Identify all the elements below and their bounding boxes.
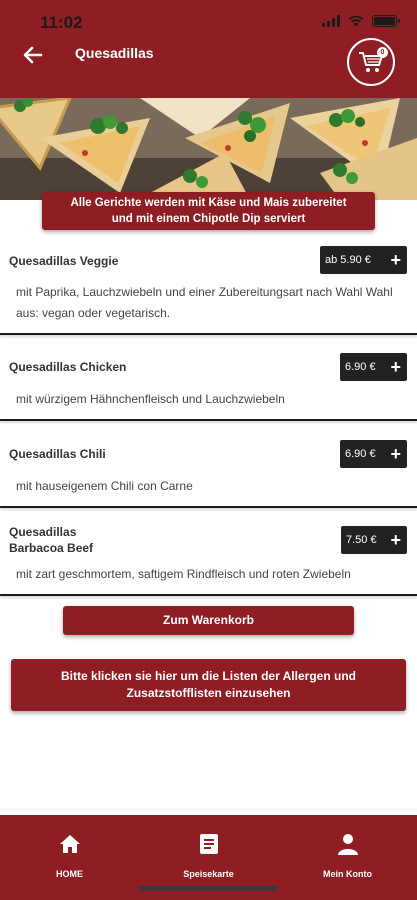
status-icons: [322, 15, 400, 27]
menu-item-chili[interactable]: Quesadillas Chili 6.90 € + mit hauseigen…: [0, 430, 417, 508]
cart-button[interactable]: 0: [347, 38, 395, 86]
page-title: Quesadillas: [75, 45, 154, 61]
add-to-cart-button[interactable]: 6.90 € +: [340, 440, 407, 468]
item-description: mit würzigem Hähnchenfleisch und Lauchzw…: [16, 392, 285, 406]
app-header: 11:02 Quesadillas 0: [0, 0, 417, 98]
menu-item-veggie[interactable]: Quesadillas Veggie ab 5.90 € + mit Papri…: [0, 240, 417, 335]
allergens-label-line-2: Zusatzstofflisten einzusehen: [126, 686, 291, 700]
banner-line-2: und mit einem Chipotle Dip serviert: [111, 213, 306, 225]
cart-count-badge: 0: [377, 47, 388, 58]
nav-item-mein-konto[interactable]: Mein Konto: [278, 815, 417, 900]
item-name: Quesadillas Chicken: [9, 360, 127, 374]
status-bar: 11:02: [0, 0, 417, 46]
back-button[interactable]: [20, 42, 46, 68]
item-description: mit zart geschmortem, saftigem Rindfleis…: [16, 567, 351, 581]
arrow-left-icon: [23, 46, 43, 64]
allergens-label-line-1: Bitte klicken sie hier um die Listen der…: [61, 669, 356, 683]
plus-icon: +: [390, 444, 401, 464]
add-to-cart-button[interactable]: ab 5.90 € +: [320, 246, 407, 274]
item-name-line-1: Quesadillas: [9, 525, 77, 539]
home-icon: [59, 835, 80, 853]
nav-label-home: HOME: [56, 869, 83, 879]
plus-icon: +: [390, 530, 401, 550]
plus-icon: +: [390, 357, 401, 377]
menu-item-barbacoa-beef[interactable]: Quesadillas Barbacoa Beef 7.50 € + mit z…: [0, 516, 417, 596]
status-time: 11:02: [40, 13, 83, 32]
hero-image: [0, 98, 417, 200]
plus-icon: +: [390, 250, 401, 270]
go-to-cart-label: Zum Warenkorb: [163, 613, 254, 627]
item-price: 7.50 €: [346, 534, 377, 546]
add-to-cart-button[interactable]: 7.50 € +: [341, 526, 407, 554]
nav-label-mein-konto: Mein Konto: [323, 869, 372, 879]
item-price: 6.90 €: [345, 361, 376, 373]
quesadilla-photo: [0, 98, 417, 200]
info-banner: Alle Gerichte werden mit Käse und Mais z…: [42, 192, 375, 230]
item-price: 6.90 €: [345, 448, 376, 460]
nav-item-home[interactable]: HOME: [0, 815, 139, 900]
item-description: mit hauseigenem Chili con Carne: [16, 479, 193, 493]
item-name: Quesadillas Veggie: [9, 254, 119, 268]
add-to-cart-button[interactable]: 6.90 € +: [340, 353, 407, 381]
banner-line-1: Alle Gerichte werden mit Käse und Mais z…: [70, 197, 347, 209]
item-name-line-2: Barbacoa Beef: [9, 541, 94, 555]
account-icon: [337, 834, 358, 855]
signal-icon: [322, 15, 340, 27]
item-description: mit Paprika, Lauchzwiebeln und einer Zub…: [16, 285, 393, 320]
home-indicator[interactable]: [138, 886, 278, 891]
item-name: Quesadillas Chili: [9, 447, 106, 461]
battery-icon: [372, 15, 400, 27]
menu-item-chicken[interactable]: Quesadillas Chicken 6.90 € + mit würzige…: [0, 343, 417, 421]
menu-icon: [199, 834, 218, 854]
wifi-icon: [348, 15, 364, 27]
nav-label-speisekarte: Speisekarte: [183, 869, 234, 879]
allergens-button[interactable]: Bitte klicken sie hier um die Listen der…: [11, 659, 406, 711]
go-to-cart-button[interactable]: Zum Warenkorb: [63, 606, 354, 635]
item-price: ab 5.90 €: [325, 254, 371, 266]
